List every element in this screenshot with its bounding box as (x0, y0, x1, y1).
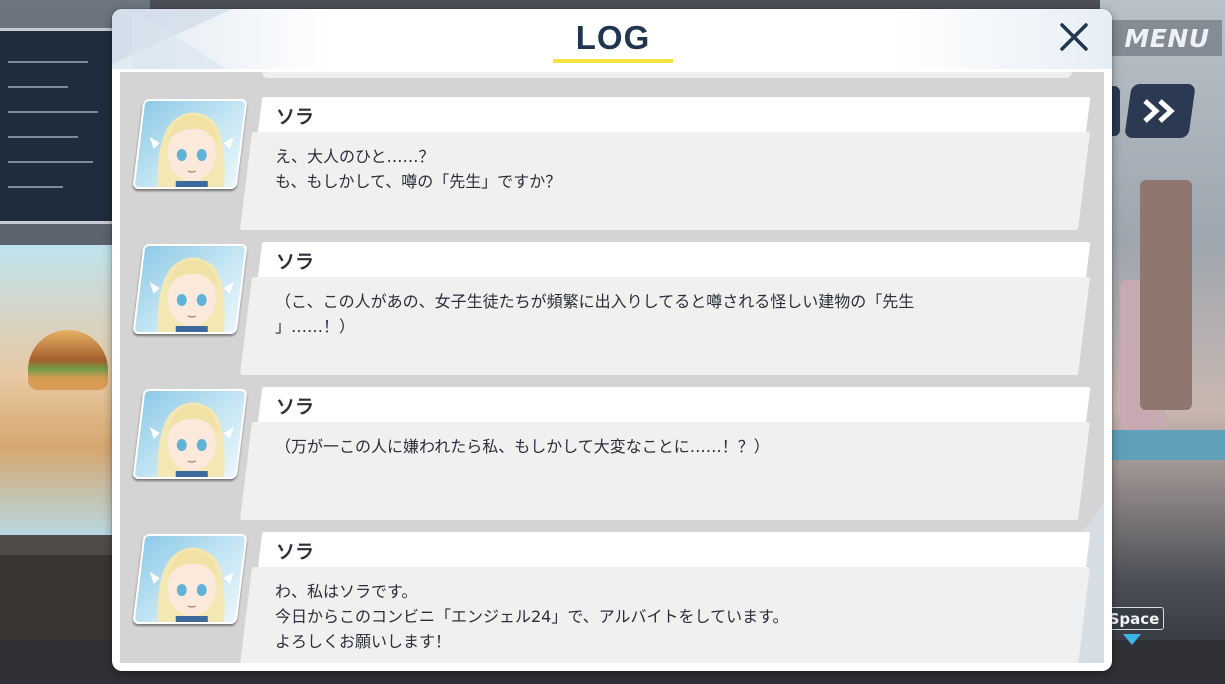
speaker-name-bar (257, 532, 1091, 570)
log-panel: LOG ソラ え、大人のひと……？ も、もしかして、噂の「先生」ですか？ ソラ … (112, 9, 1112, 671)
previous-entry-edge (262, 72, 1072, 78)
log-list[interactable]: ソラ え、大人のひと……？ も、もしかして、噂の「先生」ですか？ ソラ （こ、こ… (120, 72, 1104, 663)
fast-forward-icon (1143, 99, 1175, 123)
speaker-name: ソラ (276, 251, 315, 273)
close-button[interactable] (1054, 17, 1094, 57)
message-text: わ、私はソラです。 今日からこのコンビニ「エンジェル24」で、アルバイトをしてい… (275, 582, 789, 651)
log-header: LOG (112, 9, 1112, 69)
character-portrait[interactable] (132, 534, 248, 624)
background-burger-poster (0, 245, 118, 535)
speaker-name: ソラ (276, 106, 315, 128)
speaker-name: ソラ (276, 396, 315, 418)
speaker-name-bar (257, 387, 1091, 425)
speaker-name-bar (257, 97, 1091, 135)
speaker-name: ソラ (276, 541, 315, 563)
close-icon (1060, 23, 1088, 51)
character-portrait[interactable] (132, 99, 248, 189)
message-text: （万が一この人に嫌われたら私、もしかして大変なことに……！？） (275, 437, 770, 456)
down-arrow-icon (1123, 634, 1141, 645)
speaker-name-bar (257, 242, 1091, 280)
menu-button[interactable]: MENU (1112, 20, 1222, 56)
log-entry: ソラ わ、私はソラです。 今日からこのコンビニ「エンジェル24」で、アルバイトを… (120, 517, 1104, 663)
space-key-hint: Space (1104, 607, 1164, 630)
message-text: （こ、この人があの、女子生徒たちが頻繁に出入りしてると噂される怪しい建物の「先生… (275, 292, 915, 336)
character-portrait[interactable] (132, 389, 248, 479)
fast-forward-button[interactable] (1124, 84, 1196, 138)
log-entry: ソラ （万が一この人に嫌われたら私、もしかして大変なことに……！？） (120, 372, 1104, 520)
background-display-item (1140, 180, 1192, 410)
title-underline (553, 59, 673, 63)
background-monitor (0, 28, 121, 224)
message-text: え、大人のひと……？ も、もしかして、噂の「先生」ですか？ (275, 147, 562, 191)
log-title: LOG (575, 19, 651, 56)
character-portrait[interactable] (132, 244, 248, 334)
background-shelf (1100, 430, 1225, 460)
log-entry: ソラ （こ、この人があの、女子生徒たちが頻繁に出入りしてると噂される怪しい建物の… (120, 227, 1104, 375)
log-entry: ソラ え、大人のひと……？ も、もしかして、噂の「先生」ですか？ (120, 82, 1104, 230)
